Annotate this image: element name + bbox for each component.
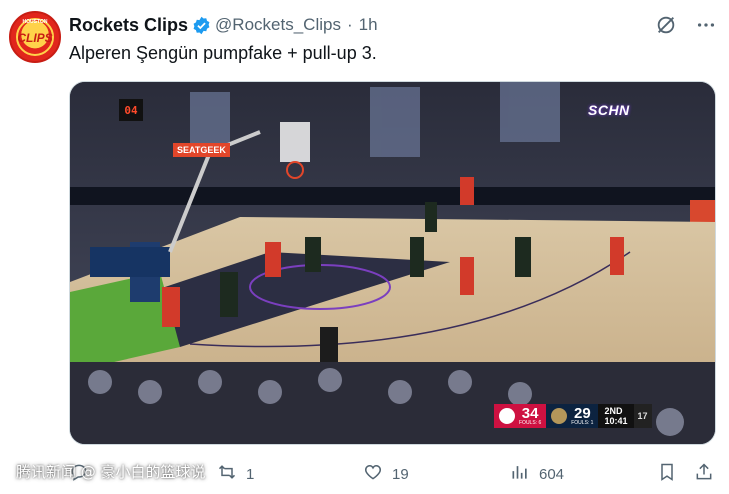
tweet-header: Rockets Clips @Rockets_Clips · 1h (69, 14, 378, 36)
pelicans-logo-icon (551, 408, 568, 424)
arena-ad: SEATGEEK (173, 143, 230, 157)
views-button[interactable]: 604 (510, 462, 564, 486)
basketball-court-scene (70, 82, 715, 444)
views-icon (510, 462, 530, 486)
scorebug-home: 34 FOULS: 6 (494, 404, 547, 428)
broadcast-logo: SCHN (588, 102, 630, 118)
avatar-top-text: HOUSTON (22, 19, 48, 25)
tweet-top-actions (655, 14, 717, 41)
scorebug-away: 29 FOULS: 1 (546, 404, 599, 428)
rockets-logo-icon (499, 408, 515, 424)
repost-button[interactable]: 1 (217, 462, 254, 486)
video-media[interactable]: 04 SEATGEEK SCHN 34 FOULS: 6 29 FOULS: 1… (69, 81, 716, 445)
like-count: 19 (392, 465, 409, 483)
home-score: 34 (521, 405, 539, 422)
shot-clock: 17 (633, 404, 652, 428)
bookmark-button[interactable] (657, 462, 677, 486)
repost-count: 1 (246, 465, 255, 483)
home-fouls: FOULS: 6 (519, 420, 542, 426)
tweet-text: Alperen Şengün pumpfake + pull-up 3. (69, 43, 377, 63)
author-handle[interactable]: @Rockets_Clips (215, 15, 341, 35)
away-fouls: FOULS: 1 (571, 420, 594, 426)
more-icon[interactable] (695, 14, 717, 41)
clock-time: 10:41 (604, 416, 628, 426)
away-score: 29 (574, 405, 591, 422)
scorebug: 34 FOULS: 6 29 FOULS: 1 2ND 10:41 17 (494, 404, 652, 428)
author-name[interactable]: Rockets Clips (69, 15, 188, 36)
grok-icon[interactable] (655, 14, 677, 41)
watermark: 腾讯新闻 @ 豪小白的篮球说 (16, 463, 206, 481)
share-icon (694, 462, 714, 486)
share-button[interactable] (694, 462, 714, 486)
separator-dot: · (346, 15, 353, 34)
game-clock: 2ND 10:41 (598, 404, 634, 428)
period: 2ND (604, 405, 623, 416)
avatar[interactable]: HOUSTON CLIPS (9, 11, 61, 63)
avatar-text: CLIPS (17, 31, 53, 45)
tweet-time[interactable]: 1h (359, 15, 378, 35)
bookmark-icon (657, 462, 677, 486)
like-icon (363, 462, 383, 486)
shot-clock-display: 04 (119, 99, 143, 121)
like-button[interactable]: 19 (363, 462, 409, 486)
verified-icon (192, 16, 211, 35)
repost-icon (217, 462, 237, 486)
views-count: 604 (539, 465, 565, 483)
